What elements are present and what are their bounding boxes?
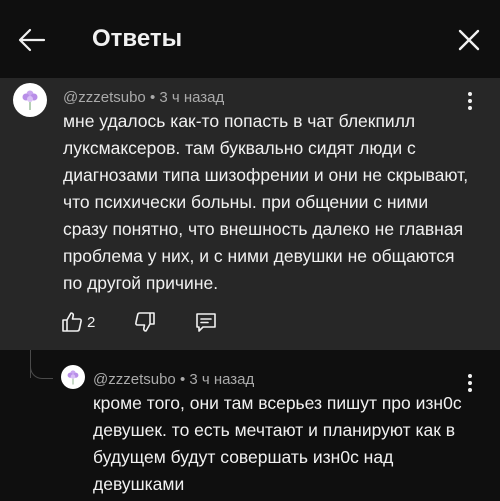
dislike-button[interactable] [133,308,159,336]
avatar[interactable] [13,83,47,117]
reply-time: 3 ч назад [189,371,255,388]
reply-author[interactable]: @zzzetsubo [93,371,176,388]
meta-separator: • [149,89,160,106]
flower-avatar-icon [67,370,79,385]
thread-connector [30,360,53,379]
thumb-up-icon [62,312,82,332]
comment-meta: @zzzetsubo • 3 ч назад [63,89,224,106]
more-vert-icon [468,92,472,96]
like-count: 2 [87,314,96,331]
comment-icon [196,313,216,332]
arrow-left-icon [18,28,46,52]
flower-avatar-icon [22,90,38,110]
header: Ответы [0,0,500,79]
page-title: Ответы [92,25,183,52]
reply-meta: @zzzetsubo • 3 ч назад [93,371,254,388]
comment-text: мне удалось как-то попасть в чат блекпил… [63,111,469,293]
reply-text: кроме того, они там всерьез пишут про из… [93,393,462,494]
comment-time: 3 ч назад [159,89,225,106]
meta-separator: • [179,371,190,388]
close-icon [458,29,480,51]
back-button[interactable] [16,24,48,56]
reply-avatar[interactable] [61,365,85,389]
close-button[interactable] [454,25,484,55]
comment-author[interactable]: @zzzetsubo [63,89,146,106]
reply-button[interactable] [194,308,220,336]
more-vert-icon [468,374,472,378]
thumb-down-icon [135,312,155,332]
like-button[interactable]: 2 [60,308,100,336]
